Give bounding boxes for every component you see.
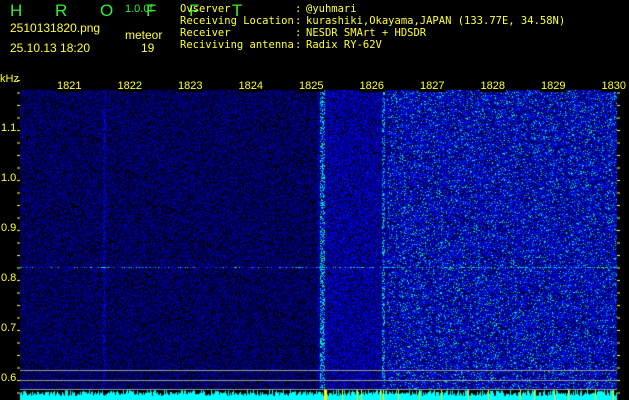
info-label: Reciviving antenna: [180, 39, 294, 51]
y-tick-label: 0.7: [1, 322, 17, 334]
version-label: 1.0.0f: [125, 3, 153, 15]
freq-tick-label: 1830: [600, 80, 627, 92]
datetime-label: 25.10.13 18:20: [10, 41, 91, 55]
freq-tick-label: 1822: [116, 80, 143, 92]
info-value: kurashiki,Okayama,JAPAN (133.77E, 34.58N…: [306, 15, 566, 27]
y-tick-label: 1.0: [1, 172, 17, 184]
waterfall-spectrogram: [17, 80, 620, 400]
freq-tick-label: 1827: [419, 80, 446, 92]
meteor-count: 19: [141, 41, 155, 55]
meteor-label: meteor: [125, 28, 163, 42]
info-label: Receiver: [180, 27, 231, 39]
freq-tick-label: 1828: [479, 80, 506, 92]
y-tick-label: 1.1: [1, 122, 17, 134]
info-label: Ovserver: [180, 3, 231, 15]
y-tick-label: 0.8: [1, 272, 17, 284]
info-colon: :: [295, 39, 302, 51]
info-value: NESDR SMArt + HDSDR: [306, 27, 427, 39]
freq-tick-label: 1824: [237, 80, 264, 92]
y-tick-label: 0.6: [1, 372, 17, 384]
info-colon: :: [295, 3, 302, 15]
filename-label: 2510131820.png: [10, 21, 101, 35]
info-colon: :: [295, 15, 302, 27]
freq-tick-label: 1829: [540, 80, 567, 92]
unit-label: kHz: [0, 73, 19, 85]
y-tick-label: 0.9: [1, 222, 17, 234]
freq-tick-label: 1821: [56, 80, 83, 92]
freq-tick-label: 1825: [298, 80, 325, 92]
freq-tick-label: 1826: [358, 80, 385, 92]
info-value: @yuhmari: [306, 3, 357, 15]
freq-tick-label: 1823: [177, 80, 204, 92]
info-value: Radix RY-62V: [306, 39, 382, 51]
info-label: Receiving Location: [180, 15, 294, 27]
info-colon: :: [295, 27, 302, 39]
